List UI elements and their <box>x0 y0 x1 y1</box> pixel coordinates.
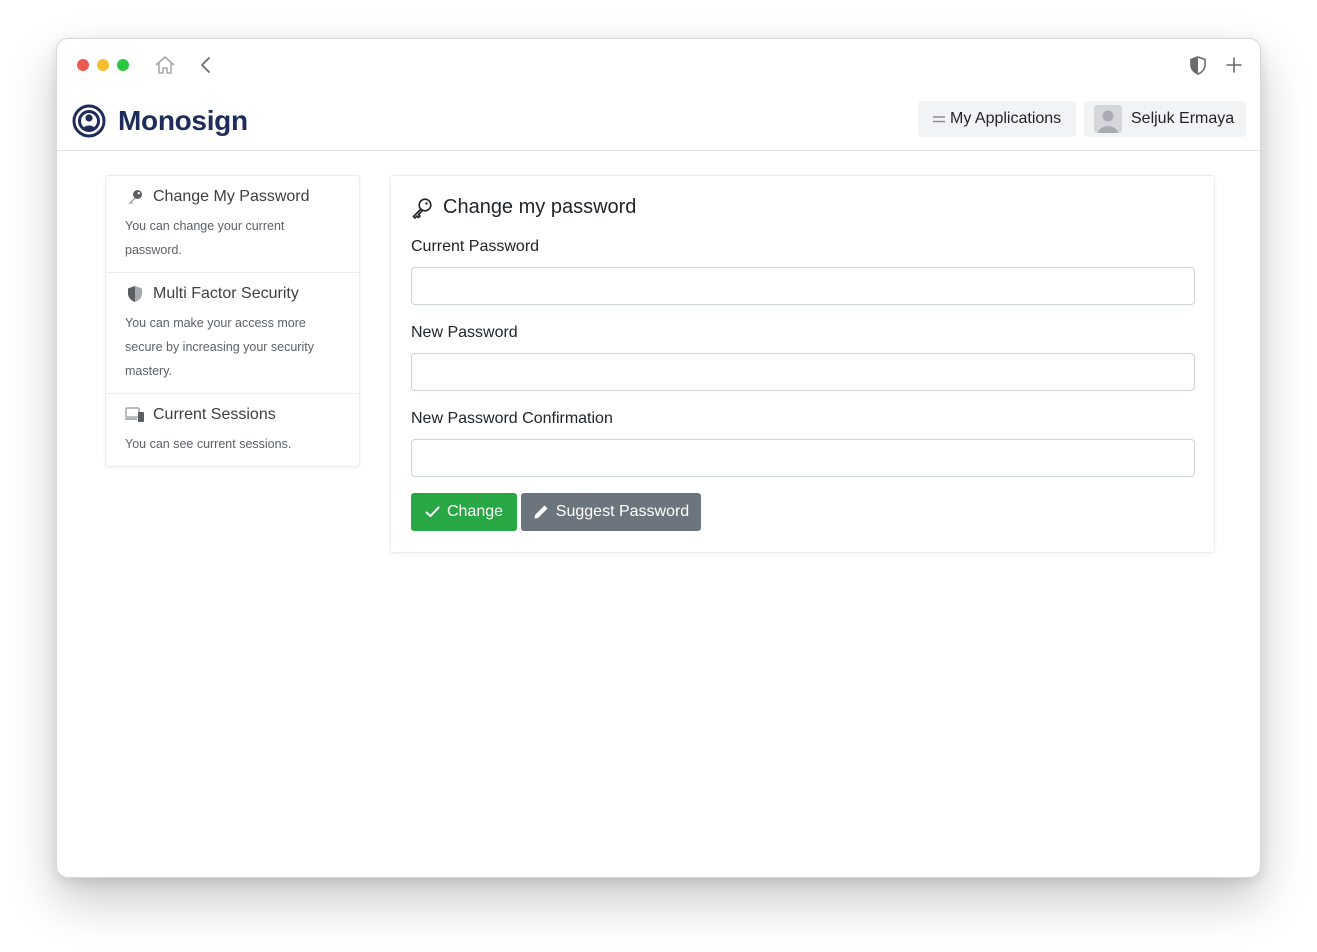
sidebar-item-current-sessions[interactable]: Current Sessions You can see current ses… <box>106 394 359 466</box>
current-password-label: Current Password <box>411 238 540 255</box>
user-menu-button[interactable]: Seljuk Ermaya <box>1084 101 1246 137</box>
new-tab-icon[interactable] <box>1222 53 1246 77</box>
app-name: Monosign <box>118 105 248 136</box>
change-button-label: Change <box>446 503 504 520</box>
shield-icon[interactable] <box>1186 53 1210 77</box>
page-title: Change my password <box>443 196 637 218</box>
my-applications-button[interactable]: My Applications <box>918 101 1076 137</box>
devices-icon <box>125 406 145 424</box>
back-icon[interactable] <box>194 53 218 77</box>
app-logo[interactable]: Monosign <box>72 103 248 139</box>
avatar <box>1094 105 1122 133</box>
my-applications-label: My Applications <box>950 110 1062 127</box>
pencil-icon <box>533 504 549 520</box>
card-title: Change my password <box>411 196 636 219</box>
monosign-logo-icon <box>72 104 106 138</box>
check-icon <box>425 506 440 518</box>
new-password-confirmation-input[interactable] <box>411 439 1195 477</box>
change-button[interactable]: Change <box>411 493 517 531</box>
suggest-password-button[interactable]: Suggest Password <box>521 493 701 531</box>
browser-window: Monosign My Applications Seljuk Ermaya C… <box>56 38 1261 878</box>
user-name: Seljuk Ermaya <box>1131 110 1235 127</box>
sidebar-item-title: Multi Factor Security <box>153 285 299 302</box>
current-password-input[interactable] <box>411 267 1195 305</box>
shield-icon <box>125 285 145 303</box>
maximize-window-button[interactable] <box>117 59 129 71</box>
close-window-button[interactable] <box>77 59 89 71</box>
sidebar-item-description: You can change your current password. <box>125 219 285 257</box>
new-password-confirmation-label: New Password Confirmation <box>411 410 613 427</box>
sidebar-item-multi-factor-security[interactable]: Multi Factor Security You can make your … <box>106 273 359 394</box>
sidebar-item-change-password[interactable]: Change My Password You can change your c… <box>106 176 359 273</box>
sidebar-item-title: Current Sessions <box>153 406 276 423</box>
minimize-window-button[interactable] <box>97 59 109 71</box>
sidebar-item-description: You can make your access more secure by … <box>125 316 314 378</box>
sidebar-item-title: Change My Password <box>153 188 310 205</box>
sidebar-item-description: You can see current sessions. <box>125 437 292 451</box>
key-icon <box>125 188 145 206</box>
key-icon <box>411 197 433 219</box>
menu-icon <box>933 116 945 123</box>
new-password-label: New Password <box>411 324 518 341</box>
home-icon[interactable] <box>153 53 177 77</box>
app-header: Monosign My Applications Seljuk Ermaya <box>57 91 1260 151</box>
change-password-card: Change my password Current Password New … <box>390 175 1215 553</box>
suggest-password-label: Suggest Password <box>555 503 690 520</box>
title-bar <box>57 39 1260 91</box>
settings-sidebar: Change My Password You can change your c… <box>105 175 360 467</box>
new-password-input[interactable] <box>411 353 1195 391</box>
